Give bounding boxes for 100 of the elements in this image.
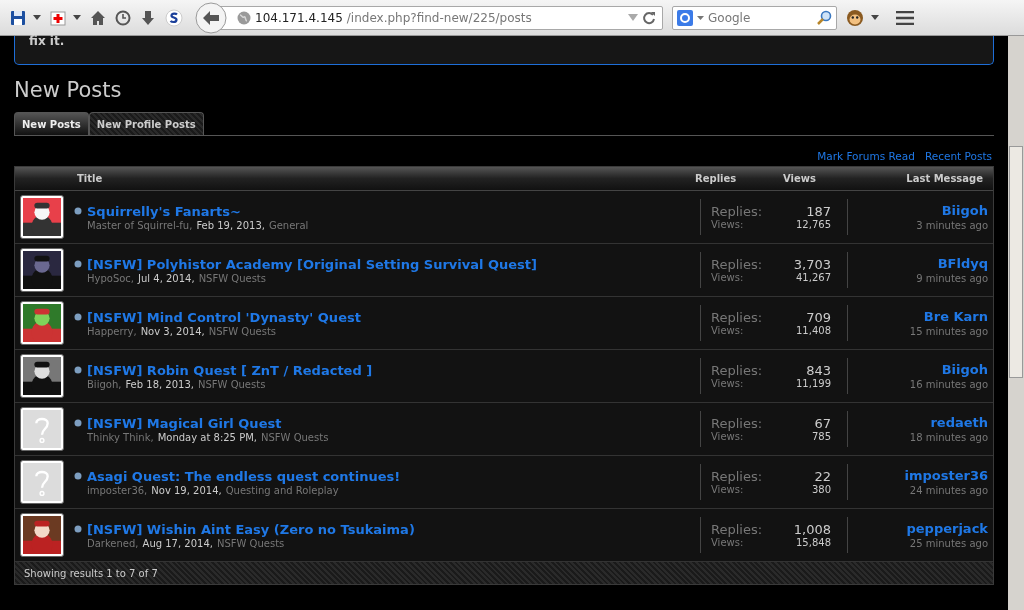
view-count: 11,408 <box>796 325 831 336</box>
tab[interactable]: New Profile Posts <box>88 112 204 135</box>
caret-icon[interactable] <box>33 15 41 20</box>
author-link[interactable]: Master of Squirrel-fu, <box>87 219 193 231</box>
bullet-icon <box>74 260 82 268</box>
last-post-time: 24 minutes ago <box>909 485 988 496</box>
stat-label: Views: <box>711 325 744 336</box>
last-poster-link[interactable]: BFldyq <box>937 256 988 271</box>
stat-label: Replies: <box>711 469 763 484</box>
reply-count: 22 <box>814 469 831 484</box>
menu-icon[interactable] <box>896 10 914 25</box>
post-date: Jul 4, 2014, <box>138 272 195 284</box>
last-poster-link[interactable]: pepperjack <box>906 521 988 536</box>
caret-icon[interactable] <box>871 15 879 20</box>
bullet-icon <box>74 472 82 480</box>
clock-icon[interactable] <box>115 9 131 26</box>
stat-label: Views: <box>711 272 744 283</box>
thread-title[interactable]: Asagi Quest: The endless quest continues! <box>87 468 401 484</box>
forum-link[interactable]: NSFW Quests <box>208 325 277 337</box>
bullet-icon <box>74 525 82 533</box>
link[interactable]: Recent Posts <box>924 150 992 164</box>
google-icon[interactable] <box>677 9 693 26</box>
last-post-time: 15 minutes ago <box>909 326 988 337</box>
caret-icon[interactable] <box>697 15 704 20</box>
results-count: Showing results 1 to 7 of 7 <box>24 567 158 579</box>
search-placeholder: Google <box>708 10 751 25</box>
reply-count: 3,703 <box>793 257 831 272</box>
last-poster-link[interactable]: Bre Karn <box>923 309 988 324</box>
author-link[interactable]: Thinky Think, <box>87 431 154 443</box>
column-header[interactable]: Title <box>77 173 695 184</box>
reply-count: 67 <box>814 416 831 431</box>
stat-label: Views: <box>711 537 744 548</box>
scroll-thumb[interactable] <box>1009 146 1023 378</box>
column-header[interactable]: Views <box>783 173 843 184</box>
last-poster-link[interactable]: redaeth <box>930 415 988 430</box>
last-post-time: 25 minutes ago <box>909 538 988 549</box>
stat-label: Views: <box>711 431 744 442</box>
view-count: 380 <box>811 484 831 495</box>
reply-count: 187 <box>806 204 831 219</box>
last-post-time: 3 minutes ago <box>916 220 988 231</box>
thread-title[interactable]: [NSFW] Robin Quest [ ZnT / Redacted ] <box>87 362 373 378</box>
caret-icon[interactable] <box>73 15 81 20</box>
save-icon[interactable] <box>10 9 26 26</box>
post-date: Monday at 8:25 PM, <box>157 431 257 443</box>
column-header[interactable]: Last Message <box>843 173 993 184</box>
download-icon[interactable] <box>140 9 156 26</box>
thread-title[interactable]: Squirrelly's Fanarts~ <box>87 203 241 219</box>
stat-label: Replies: <box>711 310 763 325</box>
column-header[interactable]: Replies <box>695 173 755 184</box>
post-date: Feb 18, 2013, <box>125 378 194 390</box>
url-path: /index.php?find-new/225/posts <box>346 10 532 25</box>
forum-link[interactable]: NSFW Quests <box>216 537 285 549</box>
author-link[interactable]: Biigoh, <box>87 378 122 390</box>
thread-title[interactable]: [NSFW] Wishin Aint Easy (Zero no Tsukaima) <box>87 521 415 537</box>
tab[interactable]: New Posts <box>14 112 89 135</box>
forum-link[interactable]: Questing and Roleplay <box>225 484 339 496</box>
bullet-icon <box>74 313 82 321</box>
monkey-icon[interactable] <box>846 8 864 27</box>
last-poster-link[interactable]: Biigoh <box>941 362 988 377</box>
post-date: Feb 19, 2013, <box>196 219 265 231</box>
last-poster-link[interactable]: Biigoh <box>941 203 988 218</box>
post-date: Aug 17, 2014, <box>142 537 213 549</box>
url-host: 104.171.4.145 <box>255 10 343 25</box>
stat-label: Replies: <box>711 204 763 219</box>
stat-label: Replies: <box>711 416 763 431</box>
home-icon[interactable] <box>90 9 106 26</box>
author-link[interactable]: HypoSoc, <box>87 272 135 284</box>
back-icon[interactable] <box>195 1 227 34</box>
view-count: 15,848 <box>796 537 831 548</box>
last-poster-link[interactable]: imposter36 <box>904 468 988 483</box>
view-count: 12,765 <box>796 219 831 230</box>
forum-link[interactable]: NSFW Quests <box>261 431 329 443</box>
post-date: Nov 3, 2014, <box>140 325 205 337</box>
reply-count: 843 <box>806 363 831 378</box>
last-post-time: 16 minutes ago <box>909 379 988 390</box>
bullet-icon <box>74 419 82 427</box>
scrollbar[interactable] <box>1008 36 1024 610</box>
view-count: 11,199 <box>796 378 831 389</box>
author-link[interactable]: Darkened, <box>87 537 139 549</box>
bullet-icon <box>74 207 82 215</box>
thread-title[interactable]: [NSFW] Mind Control 'Dynasty' Quest <box>87 309 361 325</box>
author-link[interactable]: Happerry, <box>87 325 137 337</box>
stat-label: Views: <box>711 378 744 389</box>
forum-link[interactable]: General <box>268 219 309 231</box>
notice-text: fix it. <box>29 34 65 48</box>
forum-link[interactable]: NSFW Quests <box>198 272 266 284</box>
thread-title[interactable]: [NSFW] Polyhistor Academy [Original Setting Survival Quest] <box>87 256 537 272</box>
forum-link[interactable]: NSFW Quests <box>198 378 266 390</box>
search-field[interactable]: Google <box>672 5 837 30</box>
reload-icon[interactable] <box>642 10 656 25</box>
s-logo-icon[interactable] <box>165 8 183 27</box>
last-post-time: 9 minutes ago <box>916 273 988 284</box>
stat-label: Replies: <box>711 363 763 378</box>
reply-count: 1,008 <box>793 522 831 537</box>
thread-title[interactable]: [NSFW] Magical Girl Quest <box>87 415 282 431</box>
add-icon[interactable] <box>50 9 66 26</box>
search-icon[interactable] <box>816 9 832 26</box>
view-count: 785 <box>811 431 831 442</box>
author-link[interactable]: imposter36, <box>87 484 148 496</box>
link[interactable]: Mark Forums Read <box>817 150 915 164</box>
